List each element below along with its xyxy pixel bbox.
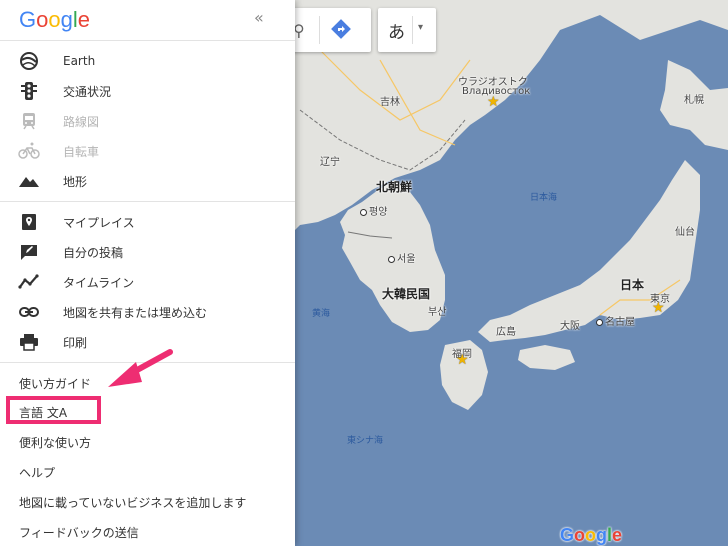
menu-item-transit[interactable]: 路線図 xyxy=(0,107,295,135)
map-label-pyongyang: 평양 xyxy=(360,203,387,218)
menu-item-label: Earth xyxy=(63,54,96,68)
city-dot-icon xyxy=(596,318,603,326)
search-box[interactable]: ⚲ xyxy=(283,8,371,52)
map-label-sea-of-japan: 日本海 xyxy=(530,193,558,203)
edit-post-icon xyxy=(18,241,40,263)
map-label-busan: 부산 xyxy=(428,307,447,318)
map-label-nagoya: 名古屋 xyxy=(596,313,635,328)
capital-star-icon: ★ xyxy=(652,300,665,316)
map-label-yellow-sea: 黄海 xyxy=(312,309,331,319)
link-send-feedback[interactable]: フィードバックの送信 xyxy=(19,524,139,541)
google-watermark-logo: Google xyxy=(560,525,623,545)
divider xyxy=(319,16,320,44)
menu-item-traffic[interactable]: 交通状況 xyxy=(0,77,295,105)
map-label-osaka: 大阪 xyxy=(560,321,580,332)
chevron-down-icon[interactable]: ▾ xyxy=(418,22,423,33)
link-add-missing-business[interactable]: 地図に載っていないビジネスを追加します xyxy=(19,494,246,511)
link-tips-guide[interactable]: 使い方ガイド xyxy=(19,375,91,392)
menu-item-label: マイプレイス xyxy=(63,215,135,230)
link-handy-tips[interactable]: 便利な使い方 xyxy=(19,434,91,451)
menu-item-label: 地図を共有または埋め込む xyxy=(63,305,208,320)
bicycle-icon xyxy=(18,140,40,162)
menu-item-timeline[interactable]: タイムライン xyxy=(0,268,295,296)
train-icon xyxy=(18,110,40,132)
capital-star-icon: ★ xyxy=(456,352,469,368)
divider xyxy=(412,16,413,44)
menu-item-share-embed[interactable]: 地図を共有または埋め込む xyxy=(0,298,295,326)
terrain-icon xyxy=(18,170,40,192)
divider xyxy=(0,362,295,363)
menu-item-terrain[interactable]: 地形 xyxy=(0,167,295,195)
map-label-seoul: 서울 xyxy=(388,250,415,265)
sidebar-menu: Google ‹‹ Earth 交通状況 路線図 自転車 地形 マイプレイス 自… xyxy=(0,0,295,546)
earth-icon xyxy=(18,50,40,72)
menu-item-contributions[interactable]: 自分の投稿 xyxy=(0,238,295,266)
map-label-japan: 日本 xyxy=(620,278,645,292)
menu-item-label: 自分の投稿 xyxy=(63,245,124,260)
menu-item-bicycle[interactable]: 自転車 xyxy=(0,137,295,165)
input-language-button[interactable]: あ ▾ xyxy=(378,8,436,52)
link-icon xyxy=(18,301,40,323)
timeline-icon xyxy=(18,271,40,293)
language-highlight-box xyxy=(6,396,101,424)
map-label-sapporo: 札幌 xyxy=(684,95,704,106)
print-icon xyxy=(18,331,40,353)
menu-item-earth[interactable]: Earth xyxy=(0,47,295,75)
menu-item-label: 印刷 xyxy=(63,335,88,350)
menu-item-label: 地形 xyxy=(63,174,88,189)
menu-item-label: 路線図 xyxy=(63,114,100,129)
map-label-liaoning: 辽宁 xyxy=(320,157,340,168)
link-help[interactable]: ヘルプ xyxy=(19,464,55,481)
city-dot-icon xyxy=(388,255,395,263)
divider xyxy=(0,40,295,41)
language-button-label: あ xyxy=(388,23,405,43)
map-label-hiroshima: 広島 xyxy=(496,327,516,338)
map-label-south-korea: 大韓民国 xyxy=(382,287,431,301)
map-label-east-china-sea: 東シナ海 xyxy=(347,436,384,446)
google-logo: Google xyxy=(19,7,91,32)
capital-star-icon: ★ xyxy=(487,94,500,110)
collapse-sidebar-button[interactable]: ‹‹ xyxy=(254,8,264,27)
menu-item-label: 自転車 xyxy=(63,144,100,159)
map-label-sendai: 仙台 xyxy=(675,227,695,238)
menu-item-print[interactable]: 印刷 xyxy=(0,328,295,356)
directions-icon[interactable] xyxy=(331,19,351,39)
menu-item-my-places[interactable]: マイプレイス xyxy=(0,208,295,236)
map-label-north-korea: 北朝鮮 xyxy=(376,180,413,194)
traffic-light-icon xyxy=(18,80,40,102)
city-dot-icon xyxy=(360,208,367,216)
place-pin-icon xyxy=(18,211,40,233)
divider xyxy=(0,201,295,202)
menu-item-label: 交通状況 xyxy=(63,84,112,99)
menu-item-label: タイムライン xyxy=(63,275,135,290)
map-label-jilin: 吉林 xyxy=(380,97,400,108)
